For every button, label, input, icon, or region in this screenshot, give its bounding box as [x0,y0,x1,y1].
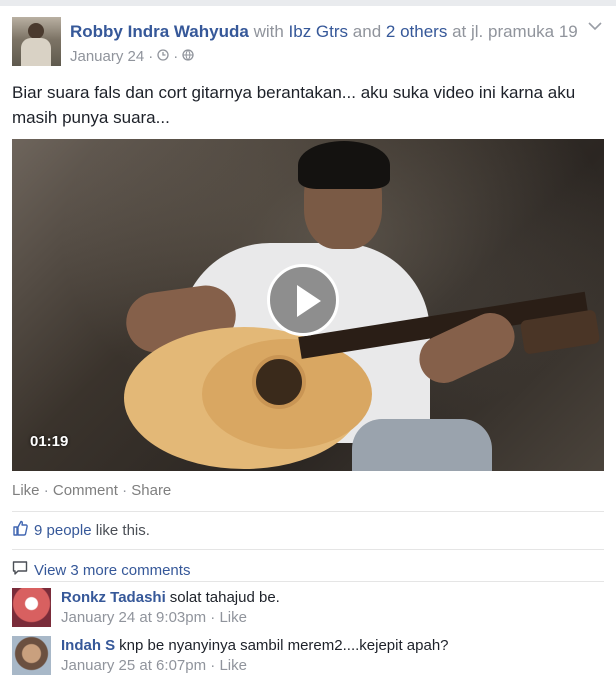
like-button[interactable]: Like [12,482,40,499]
share-button[interactable]: Share [131,482,171,499]
divider-2 [12,549,604,550]
at-text: at [452,22,467,41]
commenter-avatar[interactable] [12,588,51,627]
commenter-name[interactable]: Indah S [61,637,115,654]
clock-icon [157,47,169,67]
thumbs-up-icon [12,520,28,542]
meta-separator: · [148,48,154,65]
action-separator-2: · [117,482,132,499]
video-player[interactable]: 01:19 [12,139,604,471]
meta-separator-2: · [173,48,179,65]
chevron-down-icon[interactable] [588,17,602,37]
post-actions: Like · Comment · Share [12,481,171,501]
comment-timestamp[interactable]: January 25 at 6:07pm [61,657,206,674]
comment-meta: January 24 at 9:03pm · Like [61,609,247,626]
comment-button[interactable]: Comment [53,482,118,499]
action-separator: · [39,482,53,499]
post-date[interactable]: January 24 [70,47,144,67]
likes-summary: 9 people like this. [12,520,150,542]
post-header: Robby Indra Wahyuda with Ibz Gtrs and 2 … [12,17,604,69]
play-icon[interactable] [267,264,339,336]
video-duration: 01:19 [30,433,69,450]
tagged-friend[interactable]: Ibz Gtrs [289,22,349,41]
comment-text: solat tahajud be. [169,589,280,606]
post-header-line: Robby Indra Wahyuda with Ibz Gtrs and 2 … [70,21,590,43]
author-name[interactable]: Robby Indra Wahyuda [70,22,249,41]
post-header-text: Robby Indra Wahyuda with Ibz Gtrs and 2 … [70,21,590,67]
comment-icon [12,560,28,582]
commenter-avatar[interactable] [12,636,51,675]
comment-like-button[interactable]: Like [219,609,247,626]
globe-icon[interactable] [182,47,194,67]
and-text: and [352,22,382,41]
comment-body: Indah Sknp be nyanyinya sambil merem2...… [61,636,601,676]
comment-meta: January 25 at 6:07pm · Like [61,657,247,674]
location-link[interactable]: jl. pramuka 19 [471,22,578,41]
top-bar [0,0,616,6]
with-text: with [253,22,284,41]
comment-timestamp[interactable]: January 24 at 9:03pm [61,609,206,626]
post-text: Biar suara fals dan cort gitarnya berant… [12,83,576,127]
likes-count[interactable]: 9 people [34,522,92,539]
commenter-name[interactable]: Ronkz Tadashi [61,589,166,606]
comment-text: knp be nyanyinya sambil merem2....kejepi… [119,637,449,654]
comment-item: Indah Sknp be nyanyinya sambil merem2...… [12,636,604,680]
others-link[interactable]: 2 others [386,22,447,41]
divider [12,511,604,512]
comment-like-button[interactable]: Like [219,657,247,674]
post-meta: January 24 · · [70,47,590,67]
view-more-label[interactable]: View 3 more comments [34,561,190,581]
view-more-comments[interactable]: View 3 more comments [12,560,190,582]
likes-suffix: like this. [95,522,150,539]
comment-item: Ronkz Tadashi solat tahajud be. January 2… [12,588,604,632]
author-avatar[interactable] [12,17,61,66]
comment-body: Ronkz Tadashi solat tahajud be. January 2… [61,588,601,628]
divider-3 [12,581,604,582]
